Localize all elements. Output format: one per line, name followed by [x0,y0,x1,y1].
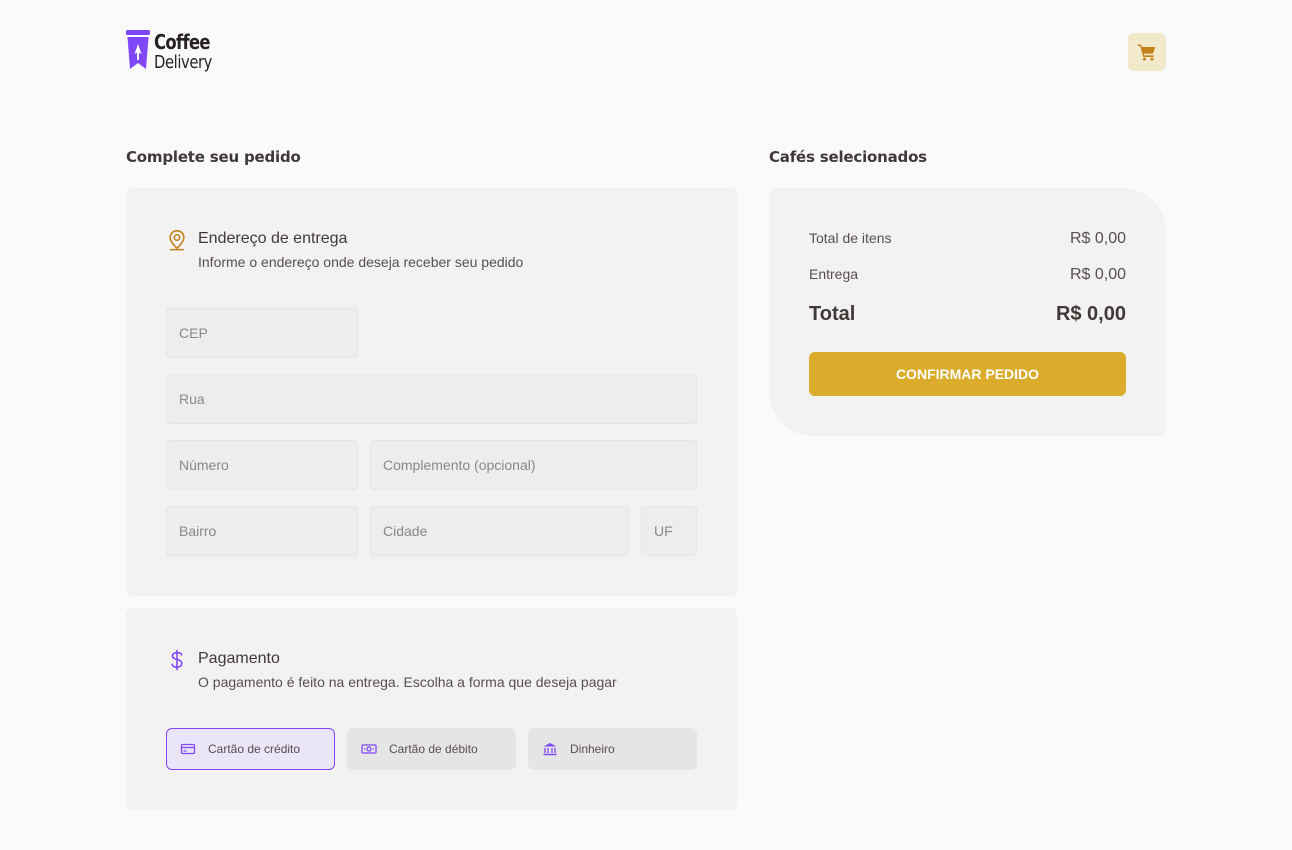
order-summary-card: Total de itens R$ 0,00 Entrega R$ 0,00 T… [769,188,1166,436]
payment-option-credit[interactable]: Cartão de crédito [166,728,335,770]
coffee-cup-icon [126,30,150,69]
items-total-value: R$ 0,00 [1069,230,1126,247]
brand-name-line2: Delivery [154,52,212,73]
city-input[interactable] [370,506,629,556]
bank-icon [543,743,557,756]
delivery-label: Entrega [809,266,859,282]
address-card: Endereço de entrega Informe o endereço o… [126,188,737,596]
payment-option-cash[interactable]: Dinheiro [528,728,697,770]
address-header: Endereço de entrega Informe o endereço o… [166,228,523,270]
total-label: Total [809,303,856,325]
header: Coffee Delivery [0,0,1292,104]
neighborhood-input[interactable] [166,506,358,556]
checkout-title: Complete seu pedido [126,148,301,166]
payment-title: Pagamento [198,650,280,667]
cart-icon [1137,44,1156,61]
credit-card-icon [180,743,196,755]
summary-title: Cafés selecionados [769,148,927,166]
map-pin-icon [169,230,185,251]
payment-card: Pagamento O pagamento é feito na entrega… [126,608,737,810]
summary-delivery-row: Entrega R$ 0,00 [809,266,1126,284]
items-total-label: Total de itens [809,230,892,246]
summary-items-row: Total de itens R$ 0,00 [809,230,1126,248]
payment-subtitle: O pagamento é feito na entrega. Escolha … [198,674,617,690]
payment-option-debit[interactable]: Cartão de débito [347,728,516,770]
confirm-order-button[interactable]: CONFIRMAR PEDIDO [809,352,1126,396]
dollar-icon [171,649,183,671]
address-title: Endereço de entrega [198,230,348,247]
cep-input[interactable] [166,308,358,358]
address-subtitle: Informe o endereço onde deseja receber s… [198,254,524,270]
cart-button[interactable] [1128,33,1166,71]
brand-name-line1: Coffee [154,30,211,54]
total-value: R$ 0,00 [1055,303,1126,325]
brand-logo[interactable]: Coffee Delivery [126,30,225,72]
summary-total-row: Total R$ 0,00 [809,303,1126,326]
payment-option-label: Cartão de crédito [208,742,301,756]
payment-option-label: Cartão de débito [389,742,478,756]
payment-option-label: Dinheiro [570,742,615,756]
complement-input[interactable] [370,440,697,490]
money-icon [361,744,377,754]
number-input[interactable] [166,440,358,490]
payment-header: Pagamento O pagamento é feito na entrega… [166,648,617,690]
delivery-value: R$ 0,00 [1069,266,1126,283]
state-input[interactable] [641,506,697,556]
street-input[interactable] [166,374,697,424]
